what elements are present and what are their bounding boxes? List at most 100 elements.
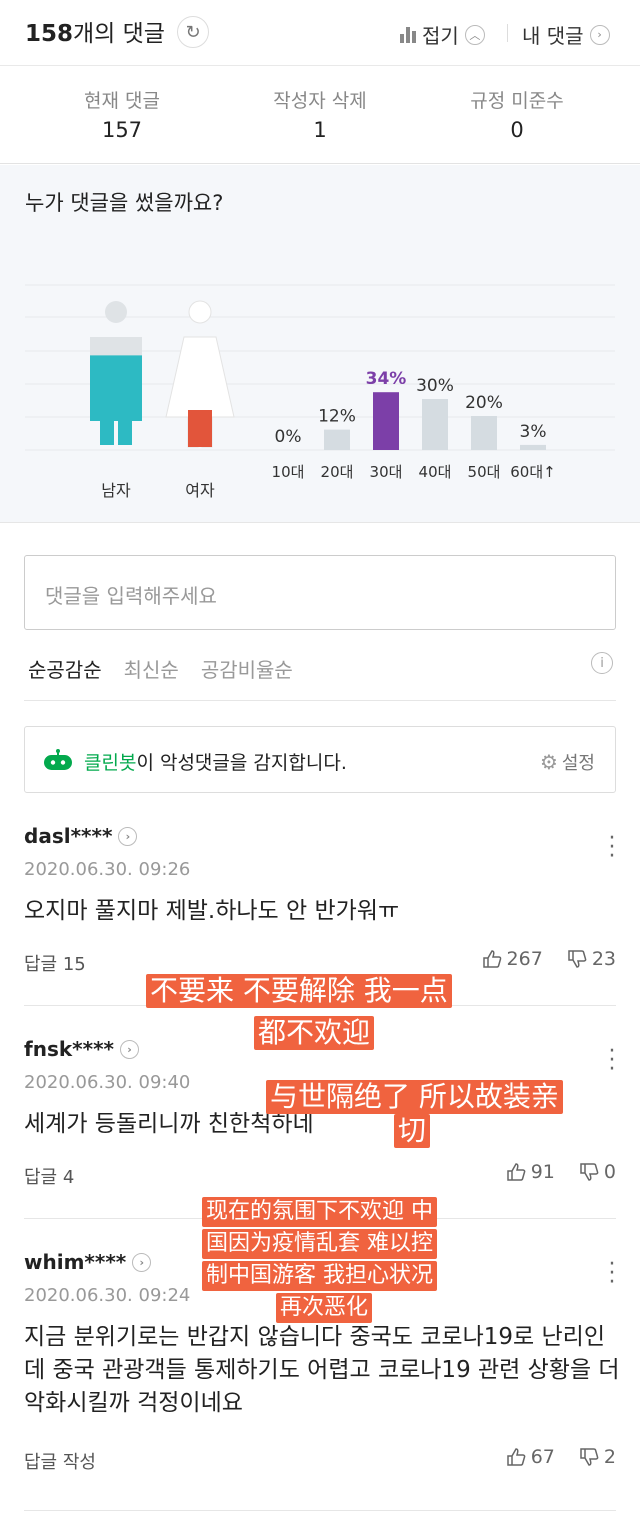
- age-value-label: 20%: [465, 393, 503, 413]
- comment-count: 158: [25, 21, 74, 47]
- dislike-count: 0: [603, 1161, 616, 1183]
- stat-deleted: 작성자 삭제 1: [220, 86, 420, 142]
- comment-user[interactable]: dasl**** ›: [24, 824, 138, 848]
- chevron-right-icon: ›: [118, 826, 138, 846]
- age-value-label: 30%: [416, 376, 454, 396]
- like-count: 67: [530, 1446, 555, 1468]
- demographics-panel: 누가 댓글을 썼을까요? 0% 10대 12% 20대 34% 30대 30% 40대 20% 5…: [0, 165, 640, 523]
- age-category-label: 60대↑: [510, 463, 555, 481]
- stat-value: 0: [510, 118, 524, 142]
- thumbs-down-icon: [580, 1163, 599, 1181]
- female-figure-icon: [165, 300, 235, 448]
- stat-current: 현재 댓글 157: [22, 86, 222, 142]
- cleanbot-brand: 클린봇: [84, 752, 137, 774]
- comment-username: whim****: [24, 1250, 127, 1274]
- like-button[interactable]: 91: [506, 1161, 555, 1183]
- header-divider: [507, 24, 508, 42]
- subtitle-line: 制中国游客 我担心状况: [202, 1261, 437, 1291]
- chevron-right-icon: ›: [119, 1039, 139, 1059]
- dislike-button[interactable]: 2: [579, 1446, 616, 1468]
- divider: [24, 700, 616, 701]
- subtitle-line: 现在的氛围下不欢迎 中: [202, 1197, 437, 1227]
- sort-by-likes[interactable]: 순공감순: [28, 654, 102, 683]
- comment-date: 2020.06.30. 09:40: [24, 1072, 191, 1093]
- age-bar: [324, 429, 350, 450]
- comment-votes: 67 2: [506, 1446, 616, 1468]
- more-options-icon[interactable]: · · ·: [605, 828, 619, 868]
- subtitle-line: 国因为疫情乱套 难以控: [202, 1229, 437, 1259]
- comment-user[interactable]: whim**** ›: [24, 1250, 152, 1274]
- chevron-right-icon: ›: [589, 24, 610, 45]
- reply-write-button[interactable]: 답글 작성: [24, 1448, 96, 1474]
- refresh-icon[interactable]: ↻: [177, 16, 209, 48]
- like-button[interactable]: 67: [506, 1446, 555, 1468]
- more-options-icon[interactable]: · · ·: [605, 1254, 619, 1294]
- age-bars: 0% 10대 12% 20대 34% 30대 30% 40대 20% 50대 3% 60대↑: [272, 369, 556, 481]
- male-label: 남자: [101, 481, 131, 500]
- age-bar: [422, 399, 448, 450]
- stat-value: 1: [313, 118, 327, 142]
- stat-violation: 규정 미준수 0: [417, 86, 617, 142]
- thumbs-down-icon: [580, 1448, 599, 1466]
- stat-label: 규정 미준수: [470, 90, 564, 112]
- sort-by-ratio[interactable]: 공감비율순: [201, 654, 293, 683]
- stat-label: 현재 댓글: [84, 90, 160, 112]
- cleanbot-text: 클린봇이 악성댓글을 감지합니다.: [84, 748, 347, 775]
- comment-count-suffix: 개의 댓글: [73, 21, 165, 47]
- comments-header: 158개의 댓글 ↻ 접기 ︿ 내 댓글 ›: [0, 0, 640, 66]
- dislike-button[interactable]: 0: [579, 1161, 616, 1183]
- subtitle-line: 不要来 不要解除 我一点: [146, 974, 452, 1008]
- comment-user[interactable]: fnsk**** ›: [24, 1037, 139, 1061]
- age-value-label: 0%: [275, 427, 302, 447]
- age-category-label: 10대: [272, 463, 305, 481]
- age-category-label: 20대: [321, 463, 354, 481]
- female-share-fill: [188, 410, 212, 447]
- thumbs-down-icon: [568, 950, 587, 968]
- comment-count-title: 158개의 댓글: [25, 14, 165, 48]
- chevron-right-icon: ›: [132, 1252, 152, 1272]
- demographics-chart: 0% 10대 12% 20대 34% 30대 30% 40대 20% 50대 3% 60대↑: [25, 284, 615, 481]
- comment-votes: 91 0: [506, 1161, 616, 1183]
- like-button[interactable]: 267: [482, 948, 543, 970]
- cleanbot-icon: [44, 749, 72, 770]
- like-count: 91: [530, 1161, 555, 1183]
- dislike-button[interactable]: 23: [567, 948, 616, 970]
- stat-label: 작성자 삭제: [273, 90, 367, 112]
- bar-chart-icon: [400, 26, 416, 43]
- age-bar: [373, 392, 399, 450]
- subtitle-line: 切: [394, 1114, 431, 1148]
- like-count: 267: [506, 948, 543, 970]
- male-figure-icon: [90, 301, 142, 445]
- comment-votes: 267 23: [482, 948, 616, 970]
- thumbs-up-icon: [506, 1163, 526, 1181]
- sort-by-newest[interactable]: 최신순: [124, 654, 179, 683]
- gear-icon: ⚙: [539, 750, 558, 774]
- thumbs-up-icon: [482, 950, 501, 968]
- cleanbot-message: 이 악성댓글을 감지합니다.: [136, 752, 347, 774]
- comment-text: 오지마 풀지마 제발.하나도 안 반가워ㅠ: [24, 898, 400, 924]
- more-options-icon[interactable]: · · ·: [605, 1041, 619, 1081]
- cleanbot-setting-label: 설정: [561, 753, 595, 774]
- age-value-label: 3%: [520, 422, 547, 442]
- info-icon[interactable]: i: [591, 652, 613, 674]
- fold-button[interactable]: 접기 ︿: [400, 20, 485, 49]
- dislike-count: 2: [603, 1446, 616, 1468]
- reply-button[interactable]: 답글 4: [24, 1163, 74, 1189]
- age-value-label: 12%: [318, 407, 356, 427]
- cleanbot-notice: 클린봇이 악성댓글을 감지합니다. ⚙ 설정: [24, 726, 616, 793]
- sort-options: 순공감순 최신순 공감비율순: [28, 654, 293, 683]
- age-value-label: 34%: [366, 369, 407, 389]
- stat-value: 157: [101, 118, 143, 142]
- cleanbot-setting-button[interactable]: ⚙ 설정: [540, 749, 595, 775]
- dislike-count: 23: [591, 948, 616, 970]
- comment-date: 2020.06.30. 09:26: [24, 859, 191, 880]
- comment-username: fnsk****: [24, 1037, 114, 1061]
- comment-input[interactable]: 댓글을 입력해주세요: [24, 555, 616, 630]
- fold-label: 접기: [422, 24, 459, 48]
- chevron-up-icon: ︿: [464, 24, 485, 45]
- age-bar: [471, 416, 497, 450]
- divider: [24, 1510, 616, 1511]
- reply-button[interactable]: 답글 15: [24, 950, 86, 976]
- age-category-label: 30대: [370, 463, 403, 481]
- my-comments-button[interactable]: 내 댓글 ›: [522, 20, 610, 49]
